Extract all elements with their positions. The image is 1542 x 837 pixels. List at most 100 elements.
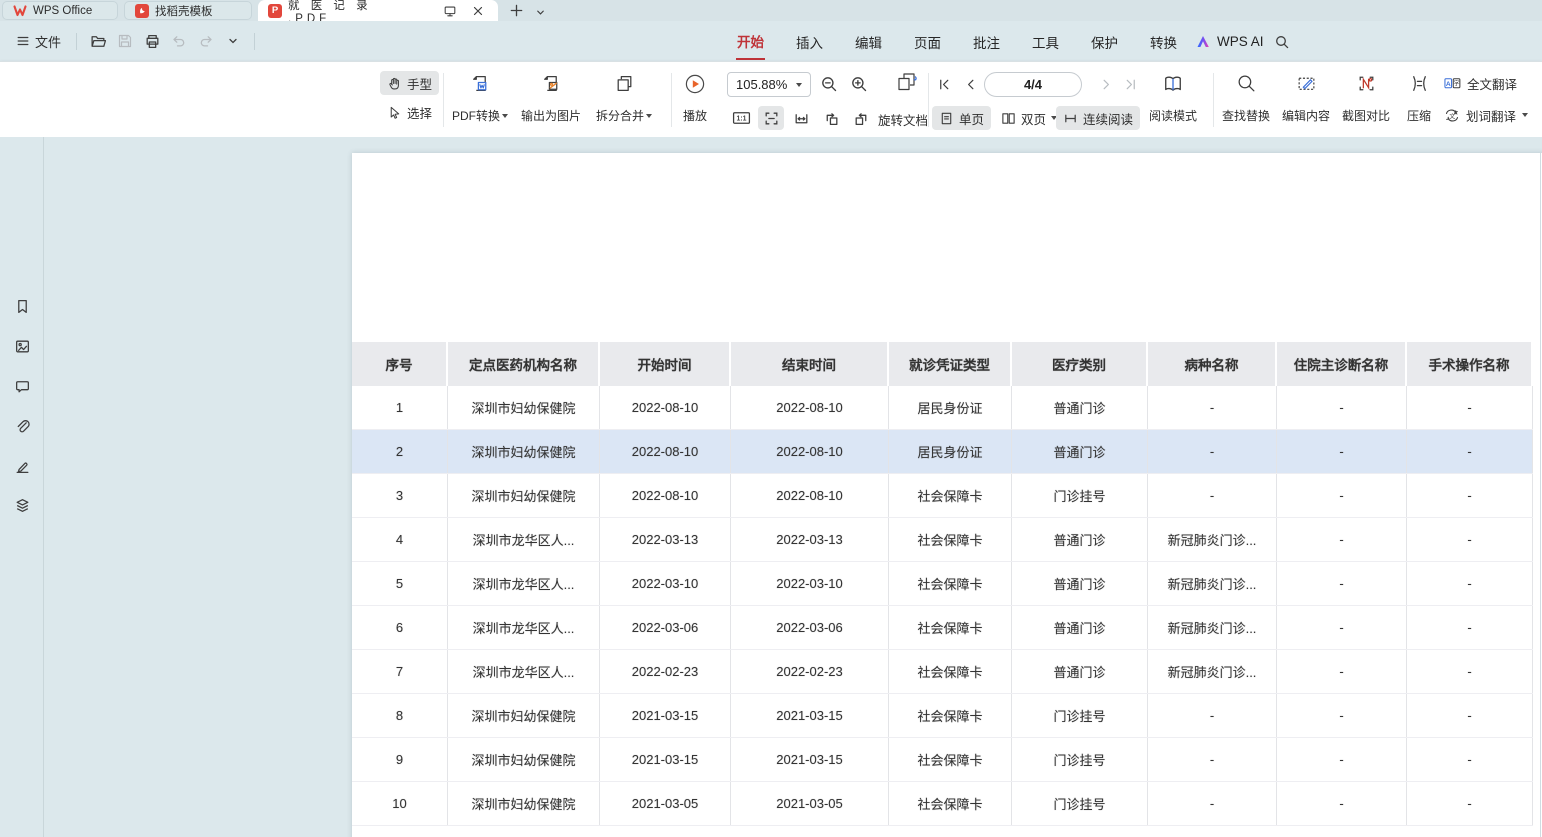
- table-cell: -: [1277, 782, 1407, 825]
- table-cell: 2: [352, 430, 448, 473]
- table-cell: 社会保障卡: [889, 738, 1012, 781]
- select-tool-button[interactable]: 选择: [380, 100, 439, 124]
- zoom-in-button[interactable]: [846, 72, 872, 96]
- table-cell: 新冠肺炎门诊...: [1148, 606, 1277, 649]
- open-file-icon[interactable]: [88, 32, 108, 50]
- compress-label: 压缩: [1407, 107, 1431, 124]
- tab-docer-templates[interactable]: 找稻壳模板: [124, 1, 252, 20]
- pdf-convert-icon: [470, 73, 491, 94]
- tab-protect[interactable]: 保护: [1090, 23, 1119, 59]
- rotate-document-label[interactable]: 旋转文档: [878, 110, 928, 129]
- tab-insert[interactable]: 插入: [795, 23, 824, 59]
- last-page-button[interactable]: [1118, 72, 1142, 96]
- full-translate-button[interactable]: A字 全文翻译: [1442, 71, 1530, 95]
- tab-list-chevron-icon[interactable]: [530, 3, 550, 21]
- continuous-read-button[interactable]: 连续阅读: [1056, 106, 1140, 130]
- toolbar: 手型 选择 PDF转换 输出为图片 拆分合并 播放: [0, 61, 1542, 137]
- undo-icon[interactable]: [169, 32, 189, 50]
- wps-ai-logo-icon: [1196, 34, 1212, 49]
- tab-edit[interactable]: 编辑: [854, 23, 883, 59]
- table-cell: 门诊挂号: [1012, 474, 1148, 517]
- tab-wps-home[interactable]: WPS Office: [2, 1, 118, 20]
- table-cell: 2022-03-06: [600, 606, 731, 649]
- thumbnail-panel-icon[interactable]: [9, 333, 35, 359]
- table-cell: 2022-03-13: [600, 518, 731, 561]
- tab-tools[interactable]: 工具: [1031, 23, 1060, 59]
- divider: [1213, 73, 1214, 127]
- save-icon[interactable]: [115, 32, 135, 50]
- table-cell: 深圳市龙华区人...: [448, 606, 600, 649]
- table-cell: 2021-03-05: [731, 782, 889, 825]
- table-cell: 深圳市妇幼保健院: [448, 474, 600, 517]
- comment-panel-icon[interactable]: [9, 373, 35, 399]
- zoom-out-button[interactable]: [816, 72, 842, 96]
- hand-tool-button[interactable]: 手型: [380, 71, 439, 95]
- close-tab-icon[interactable]: [468, 2, 488, 20]
- fit-page-button[interactable]: [758, 106, 784, 130]
- compress-button[interactable]: 压缩: [1398, 70, 1440, 130]
- table-cell: 居民身份证: [889, 430, 1012, 473]
- print-icon[interactable]: [142, 32, 162, 50]
- tab-convert[interactable]: 转换: [1149, 23, 1178, 59]
- table-cell: -: [1148, 738, 1277, 781]
- single-page-button[interactable]: 单页: [932, 106, 991, 130]
- first-page-button[interactable]: [932, 72, 956, 96]
- table-cell: 门诊挂号: [1012, 738, 1148, 781]
- table-cell: 门诊挂号: [1012, 694, 1148, 737]
- wps-logo-icon: [13, 4, 27, 17]
- play-button[interactable]: 播放: [676, 70, 714, 130]
- ribbon-menu: 开始 插入 编辑 页面 批注 工具 保护 转换: [736, 21, 1178, 61]
- tab-document-active[interactable]: P 就 医 记 录 .PDF: [258, 0, 498, 21]
- monitor-icon[interactable]: [440, 2, 460, 20]
- table-cell: 普通门诊: [1012, 518, 1148, 561]
- export-image-button[interactable]: 输出为图片: [515, 70, 587, 130]
- table-row: 8深圳市妇幼保健院2021-03-152021-03-15社会保障卡门诊挂号--…: [352, 694, 1533, 738]
- table-cell: 2022-02-23: [600, 650, 731, 693]
- redo-icon[interactable]: [196, 32, 216, 50]
- fit-width-button[interactable]: [788, 106, 814, 130]
- edit-content-button[interactable]: 编辑内容: [1278, 70, 1334, 130]
- table-row: 9深圳市妇幼保健院2021-03-152021-03-15社会保障卡门诊挂号--…: [352, 738, 1533, 782]
- wps-ai-button[interactable]: WPS AI: [1196, 21, 1264, 61]
- page-indicator-input[interactable]: 4/4: [984, 72, 1082, 97]
- pdf-convert-button[interactable]: PDF转换: [448, 70, 512, 130]
- new-tab-button[interactable]: [506, 1, 526, 19]
- tab-home[interactable]: 开始: [736, 22, 765, 60]
- layers-panel-icon[interactable]: [9, 492, 35, 518]
- actual-size-button[interactable]: 1:1: [728, 106, 754, 130]
- document-canvas[interactable]: 序号定点医药机构名称开始时间结束时间就诊凭证类型医疗类别病种名称住院主诊断名称手…: [44, 137, 1542, 837]
- tab-page[interactable]: 页面: [913, 23, 942, 59]
- quick-access-chevron-icon[interactable]: [223, 32, 243, 50]
- zoom-level-select[interactable]: 105.88%: [727, 72, 811, 97]
- table-cell: 社会保障卡: [889, 518, 1012, 561]
- table-header-cell: 手术操作名称: [1407, 342, 1533, 386]
- screenshot-compare-button[interactable]: 截图对比: [1338, 70, 1394, 130]
- table-cell: 2021-03-05: [600, 782, 731, 825]
- word-translate-button[interactable]: 文A 划词翻译: [1442, 103, 1530, 127]
- edit-content-label: 编辑内容: [1282, 107, 1330, 124]
- rotate-document-icon[interactable]: [892, 70, 922, 94]
- search-icon[interactable]: [1270, 30, 1294, 54]
- table-cell: 深圳市妇幼保健院: [448, 386, 600, 429]
- bookmark-panel-icon[interactable]: [9, 293, 35, 319]
- read-mode-button[interactable]: 阅读模式: [1146, 70, 1200, 130]
- word-translate-label: 划词翻译: [1466, 106, 1516, 125]
- next-page-button[interactable]: [1094, 72, 1118, 96]
- signature-panel-icon[interactable]: [9, 453, 35, 479]
- attachment-panel-icon[interactable]: [9, 413, 35, 439]
- table-cell: 普通门诊: [1012, 430, 1148, 473]
- table-cell: 2022-08-10: [600, 430, 731, 473]
- rotate-right-button[interactable]: [848, 106, 874, 130]
- tab-comment[interactable]: 批注: [972, 23, 1001, 59]
- table-cell: 2021-03-15: [731, 694, 889, 737]
- rotate-left-button[interactable]: [818, 106, 844, 130]
- table-header-cell: 就诊凭证类型: [889, 342, 1012, 386]
- double-page-button[interactable]: 双页: [994, 106, 1064, 130]
- previous-page-button[interactable]: [958, 72, 982, 96]
- split-merge-button[interactable]: 拆分合并: [591, 70, 657, 130]
- table-cell: -: [1277, 386, 1407, 429]
- table-cell: 8: [352, 694, 448, 737]
- single-page-label: 单页: [959, 109, 984, 128]
- find-replace-button[interactable]: 查找替换: [1218, 70, 1274, 130]
- file-menu-button[interactable]: 文件: [12, 29, 65, 54]
